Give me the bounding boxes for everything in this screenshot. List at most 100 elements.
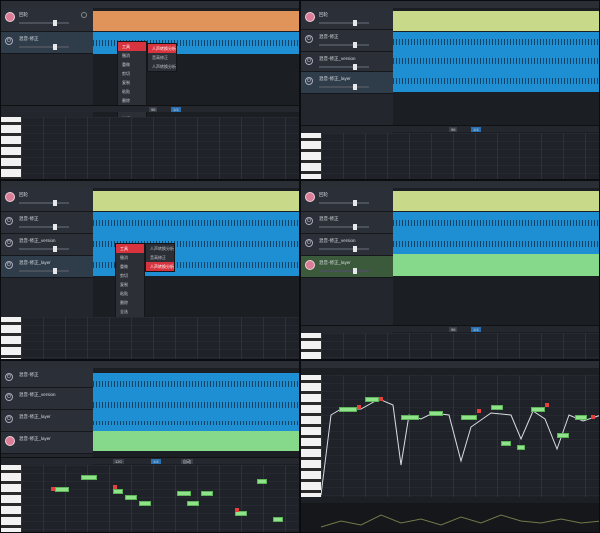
pitch-note[interactable] (177, 491, 191, 496)
submenu-item[interactable]: 音高修正 (146, 253, 174, 262)
power-icon[interactable]: ⏻ (305, 239, 313, 247)
audio-clip-wave[interactable] (93, 373, 299, 395)
track-header-5[interactable]: 混音-修正_layer (1, 432, 93, 454)
audio-clip-wave[interactable] (393, 70, 599, 92)
pan-knob[interactable] (81, 12, 87, 18)
track-header-2[interactable]: ⏻ 混音-修正 (1, 368, 93, 388)
pitch-note[interactable] (575, 415, 587, 420)
volume-fader[interactable] (319, 42, 369, 48)
piano-keyboard[interactable] (1, 317, 21, 359)
menu-item[interactable]: 粘贴 (118, 87, 146, 96)
submenu[interactable]: 人声转换分析 音高修正 人声转换分析 (147, 43, 177, 72)
menu-item[interactable]: 删除 (118, 96, 146, 105)
audio-clip-wave[interactable] (93, 395, 299, 415)
pitch-note[interactable] (187, 501, 199, 506)
menu-item[interactable]: 重做 (116, 262, 144, 271)
track-header-3[interactable]: ⏻ 混音-修正_version (301, 234, 393, 256)
pitch-note[interactable] (113, 489, 123, 494)
piano-keyboard[interactable] (1, 465, 21, 532)
audio-clip-wave[interactable] (393, 32, 599, 52)
zoom-field[interactable]: 96 (449, 127, 458, 132)
submenu-item[interactable]: 人声转换分析 (146, 262, 174, 271)
menu-item[interactable]: 剪切 (118, 69, 146, 78)
menu-item[interactable]: 粘贴 (116, 289, 144, 298)
power-icon[interactable]: ⏻ (5, 239, 13, 247)
track-header-1[interactable]: 回轮 (1, 8, 93, 32)
track-header-2[interactable]: ⏻ 混音-修正 (301, 30, 393, 52)
track-header-3[interactable]: ⏻ 混音-修正_version (301, 52, 393, 72)
audio-clip-yellow[interactable] (393, 191, 599, 211)
timeline-ruler[interactable] (1, 361, 299, 368)
pitch-note[interactable] (501, 441, 511, 446)
pitch-note[interactable] (461, 415, 477, 420)
menu-item[interactable]: 复制 (116, 280, 144, 289)
volume-fader[interactable] (19, 246, 69, 252)
track-header-1[interactable]: 回轮 (301, 188, 393, 212)
power-icon[interactable]: ⏻ (5, 37, 13, 45)
audio-clip-yellow[interactable] (393, 11, 599, 31)
piano-roll-grid[interactable] (321, 333, 599, 359)
track-header-4[interactable]: ⏻ 混音-修正_layer (1, 256, 93, 278)
track-header-2[interactable]: ⏻ 混音-修正 (1, 212, 93, 234)
pitch-note[interactable] (257, 479, 267, 484)
menu-item[interactable]: 工具 (118, 42, 146, 51)
track-header-3[interactable]: ⏻ 混音-修正_version (1, 234, 93, 256)
audio-clip-green[interactable] (393, 254, 599, 276)
track-header-4[interactable]: ⏻ 混音-修正_layer (1, 410, 93, 432)
menu-item[interactable]: 复制 (118, 78, 146, 87)
piano-roll-grid[interactable] (321, 133, 599, 179)
track-header-5[interactable]: 混音-修正_layer (301, 256, 393, 278)
menu-item[interactable]: 重做 (118, 60, 146, 69)
pitch-note[interactable] (531, 407, 545, 412)
piano-roll-grid[interactable] (21, 117, 299, 179)
audio-clip-wave[interactable] (93, 415, 299, 431)
menu-item[interactable]: 全选 (116, 307, 144, 316)
audio-clip-orange[interactable] (93, 11, 299, 31)
track-header-1[interactable]: 回轮 (301, 8, 393, 30)
volume-fader[interactable] (319, 20, 369, 26)
menu-item[interactable]: 剪切 (116, 271, 144, 280)
track-header-3[interactable]: ⏻ 混音-修正_version (1, 388, 93, 410)
pitch-note[interactable] (201, 491, 213, 496)
track-header-4[interactable]: ⏻ 混音-修正_layer (301, 72, 393, 94)
track-header-2[interactable]: ⏻ 混音-修正 (301, 212, 393, 234)
snap-field[interactable]: 1/4 (151, 459, 161, 464)
audio-clip-wave[interactable] (393, 212, 599, 234)
pitch-note[interactable] (55, 487, 69, 492)
power-icon[interactable]: ⏻ (305, 35, 313, 43)
piano-keyboard[interactable] (301, 375, 321, 497)
power-icon[interactable]: ⏻ (5, 261, 13, 269)
audio-clip-wave[interactable] (93, 212, 299, 234)
pitch-note[interactable] (81, 475, 97, 480)
piano-keyboard[interactable] (1, 117, 21, 179)
pitch-note[interactable] (517, 445, 525, 450)
submenu-item[interactable]: 人声转换分析 (148, 62, 176, 71)
mode-field[interactable]: 自动 (181, 459, 193, 464)
timeline-ruler[interactable] (1, 181, 299, 188)
volume-fader[interactable] (19, 20, 69, 26)
snap-field[interactable]: 1/4 (471, 127, 481, 132)
volume-fader[interactable] (319, 84, 369, 90)
volume-fader[interactable] (319, 224, 369, 230)
menu-item[interactable]: 撤消 (118, 51, 146, 60)
audio-clip-green[interactable] (93, 431, 299, 451)
pitch-note[interactable] (339, 407, 357, 412)
audio-clip-wave[interactable] (393, 234, 599, 254)
audio-clip-wave[interactable] (393, 52, 599, 70)
audio-clip-yellow[interactable] (93, 191, 299, 211)
snap-field[interactable]: 1/4 (171, 107, 181, 112)
pitch-note[interactable] (491, 405, 503, 410)
volume-fader[interactable] (319, 64, 369, 70)
zoom-field[interactable]: 96 (449, 327, 458, 332)
volume-fader[interactable] (319, 246, 369, 252)
volume-fader[interactable] (19, 200, 69, 206)
track-header-1[interactable]: 回轮 (1, 188, 93, 212)
power-icon[interactable]: ⏻ (5, 415, 13, 423)
timeline-ruler[interactable] (1, 1, 299, 8)
power-icon[interactable]: ⏻ (305, 77, 313, 85)
power-icon[interactable]: ⏻ (5, 393, 13, 401)
submenu-item[interactable]: 人声转换分析 (146, 244, 174, 253)
submenu-item[interactable]: 音高修正 (148, 53, 176, 62)
tempo-field[interactable]: 120 (113, 459, 124, 464)
submenu[interactable]: 人声转换分析 音高修正 人声转换分析 (145, 243, 175, 272)
